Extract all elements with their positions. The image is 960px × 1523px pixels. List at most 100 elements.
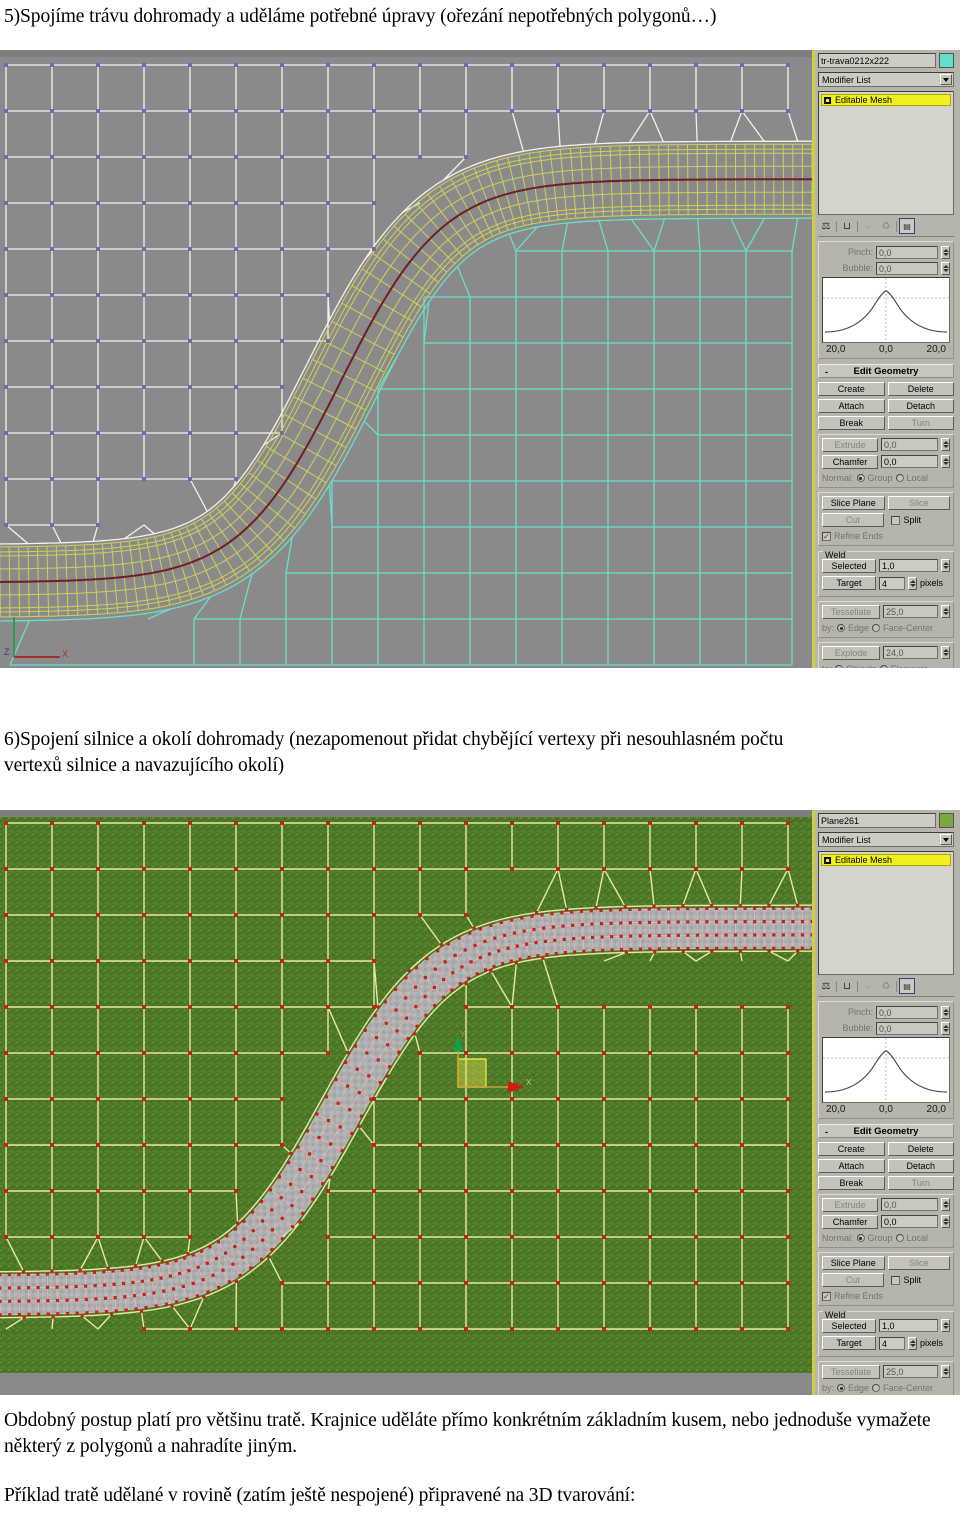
explode-spinner[interactable] [941,646,950,659]
weld-selected-button[interactable]: Selected [822,1319,876,1333]
tessellate-spinner[interactable] [941,1365,950,1378]
chamfer-field[interactable]: 0,0 [881,1215,938,1228]
viewport-shaded[interactable]: X Y [0,817,812,1395]
split-checkbox[interactable] [890,515,900,525]
stack-item-editable-mesh[interactable]: Editable Mesh [821,94,951,106]
weld-target-spinner[interactable] [908,1336,917,1350]
pinch-field[interactable]: 0,0 [876,1005,938,1019]
modifier-stack-toolbar[interactable]: ⚖ ⊔ ⌵ ♻ ▤ [818,977,954,997]
modifier-stack[interactable]: Editable Mesh [818,91,954,215]
edit-geometry-rollout-header[interactable]: - Edit Geometry [818,364,954,378]
explode-elements-radio[interactable] [879,665,888,668]
stack-item-editable-mesh[interactable]: Editable Mesh [821,854,951,866]
pin-stack-icon[interactable]: ⚖ [818,219,834,233]
slice-plane-button[interactable]: Slice Plane [822,1256,885,1270]
break-button[interactable]: Break [818,1176,885,1190]
modifier-list-dropdown[interactable]: Modifier List [818,832,954,847]
pinch-row[interactable]: Pinch: 0,0 [822,1005,950,1019]
explode-objects-radio[interactable] [835,665,844,668]
weld-target-field[interactable]: 4 [879,576,905,590]
normal-group-radio[interactable] [856,1234,865,1242]
extrude-spinner[interactable] [941,438,950,451]
bubble-spinner[interactable] [941,261,950,275]
expand-icon[interactable] [824,96,831,104]
viewport-wireframe[interactable]: Z X [0,57,812,668]
chevron-down-icon[interactable] [940,834,952,845]
make-unique-icon[interactable]: ▤ [899,978,915,994]
create-button[interactable]: Create [818,1142,885,1156]
tessellate-spinner[interactable] [941,605,950,618]
detach-button[interactable]: Detach [887,1159,954,1173]
tessellate-edge-radio[interactable] [837,1384,846,1392]
modifier-stack-toolbar[interactable]: ⚖ ⊔ ⌵ ♻ ▤ [818,217,954,237]
tessellate-button[interactable]: Tessellate [822,1365,880,1379]
extrude-spinner[interactable] [941,1198,950,1211]
command-panel[interactable]: tr-trava0212x222 Modifier List Editable … [812,50,960,668]
bubble-row[interactable]: Bubble: 0,0 [822,261,950,275]
object-name-field[interactable]: tr-trava0212x222 [818,53,936,68]
extrude-field[interactable]: 0,0 [881,1198,938,1211]
pinch-spinner[interactable] [941,1005,950,1019]
explode-field[interactable]: 24,0 [883,646,938,659]
tessellate-field[interactable]: 25,0 [883,1365,938,1378]
object-color-swatch[interactable] [939,813,954,828]
chevron-down-icon[interactable] [940,74,952,85]
pinch-row[interactable]: Pinch: 0,0 [822,245,950,259]
weld-selected-spinner[interactable] [941,1319,950,1332]
attach-button[interactable]: Attach [818,1159,885,1173]
chamfer-button[interactable]: Chamfer [822,455,878,469]
tessellate-face-center-radio[interactable] [872,624,881,632]
bubble-field[interactable]: 0,0 [876,261,938,275]
remove-modifier-icon[interactable]: ♻ [878,979,894,993]
weld-selected-field[interactable]: 1,0 [879,559,938,572]
split-checkbox[interactable] [890,1275,900,1285]
cut-button[interactable]: Cut [822,1273,884,1287]
chamfer-spinner[interactable] [941,1215,950,1228]
configure-modifier-sets-icon[interactable]: ⊔ [839,219,855,233]
make-unique-icon[interactable]: ▤ [899,218,915,234]
command-panel[interactable]: Plane261 Modifier List Editable Mesh ⚖ ⊔… [812,810,960,1395]
extrude-field[interactable]: 0,0 [881,438,938,451]
chamfer-field[interactable]: 0,0 [881,455,938,468]
slice-plane-button[interactable]: Slice Plane [822,496,885,510]
weld-selected-spinner[interactable] [941,559,950,572]
detach-button[interactable]: Detach [887,399,954,413]
object-color-swatch[interactable] [939,53,954,68]
show-end-result-icon[interactable]: ⌵ [860,979,876,993]
turn-button[interactable]: Turn [887,416,954,430]
configure-modifier-sets-icon[interactable]: ⊔ [839,979,855,993]
tessellate-face-center-radio[interactable] [872,1384,881,1392]
bubble-field[interactable]: 0,0 [876,1021,938,1035]
modifier-stack[interactable]: Editable Mesh [818,851,954,975]
chamfer-spinner[interactable] [941,455,950,468]
object-name-field[interactable]: Plane261 [818,813,936,828]
weld-selected-button[interactable]: Selected [822,559,876,573]
break-button[interactable]: Break [818,416,885,430]
weld-target-button[interactable]: Target [822,576,876,590]
extrude-button[interactable]: Extrude [822,1198,878,1212]
pinch-field[interactable]: 0,0 [876,245,938,259]
tessellate-field[interactable]: 25,0 [883,605,938,618]
explode-button[interactable]: Explode [822,646,880,660]
chamfer-button[interactable]: Chamfer [822,1215,878,1229]
tessellate-button[interactable]: Tessellate [822,605,880,619]
delete-button[interactable]: Delete [887,382,954,396]
bubble-row[interactable]: Bubble: 0,0 [822,1021,950,1035]
normal-group-radio[interactable] [856,474,865,482]
normal-local-radio[interactable] [895,1234,904,1242]
slice-button[interactable]: Slice [887,1256,950,1270]
show-end-result-icon[interactable]: ⌵ [860,219,876,233]
tessellate-edge-radio[interactable] [837,624,846,632]
pin-stack-icon[interactable]: ⚖ [818,979,834,993]
weld-target-spinner[interactable] [908,576,917,590]
weld-target-field[interactable]: 4 [879,1336,905,1350]
cut-button[interactable]: Cut [822,513,884,527]
weld-selected-field[interactable]: 1,0 [879,1319,938,1332]
remove-modifier-icon[interactable]: ♻ [878,219,894,233]
weld-target-button[interactable]: Target [822,1336,876,1350]
normal-local-radio[interactable] [895,474,904,482]
pinch-spinner[interactable] [941,245,950,259]
expand-icon[interactable] [824,856,831,864]
attach-button[interactable]: Attach [818,399,885,413]
collapse-icon[interactable]: - [822,367,831,377]
